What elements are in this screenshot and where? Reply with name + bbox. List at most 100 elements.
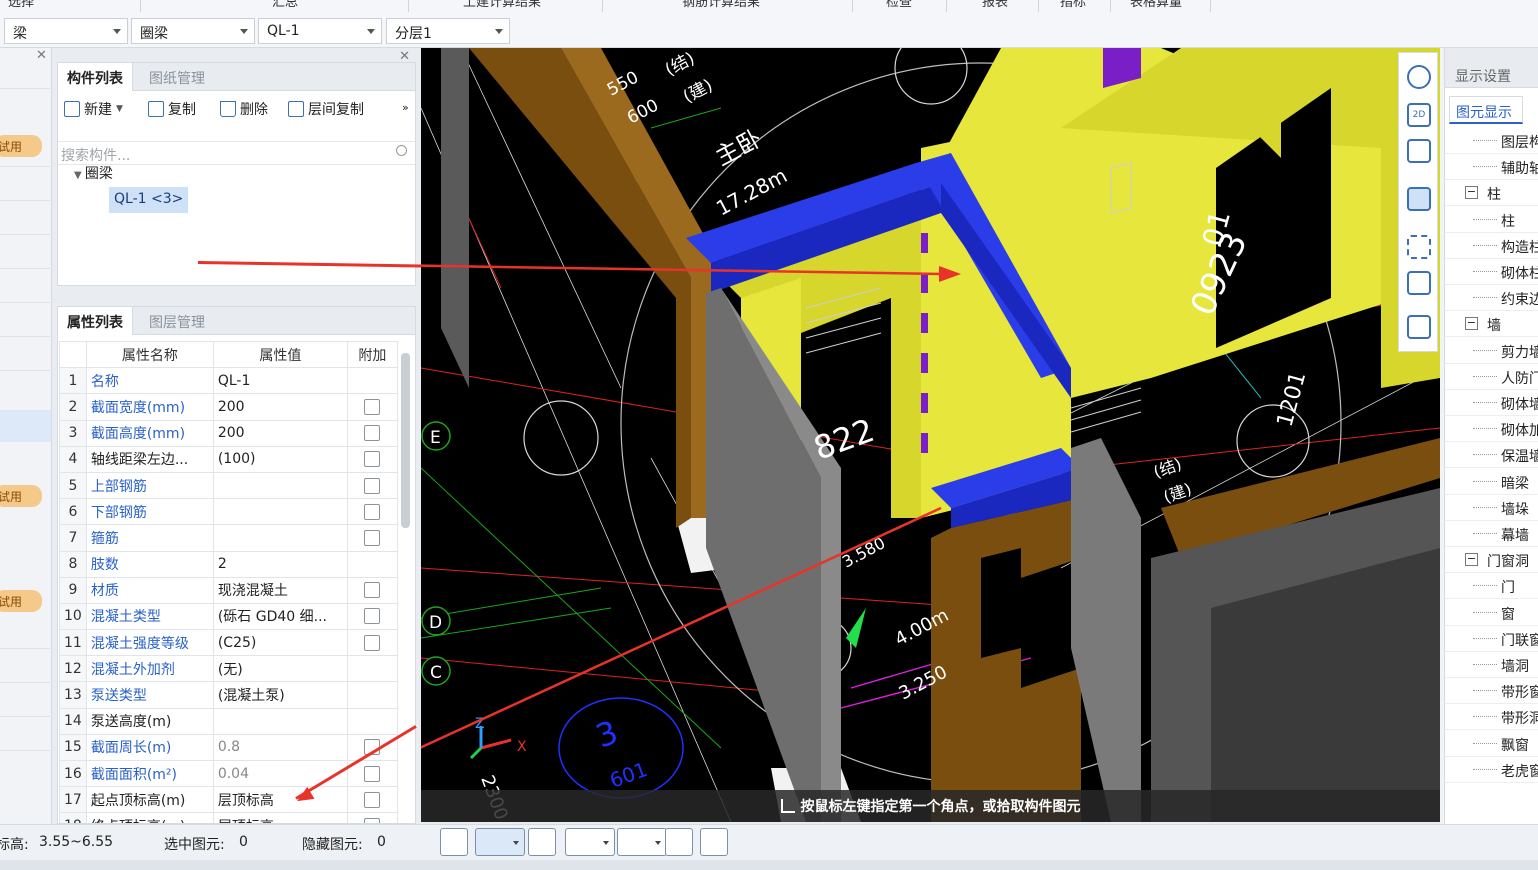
close-icon[interactable]: ✕ [399, 306, 410, 307]
trial-badge[interactable]: 试用 [0, 590, 42, 612]
tab-rebar-results[interactable]: 钢筋计算结果 [682, 0, 760, 10]
tree-item-ql1[interactable]: QL-1 <3> [109, 187, 189, 213]
display-tree-item[interactable]: 人防门 [1445, 364, 1538, 390]
display-tree-item[interactable]: − 墙 [1445, 311, 1538, 338]
tab-summary[interactable]: 汇总 [272, 0, 298, 10]
cube-view-icon[interactable] [1407, 271, 1431, 295]
property-value[interactable] [212, 524, 348, 552]
display-tree-item[interactable]: 剪力墙 [1445, 338, 1538, 364]
wall-brown-lower[interactable] [931, 498, 1081, 822]
extra-checkbox[interactable] [364, 398, 381, 415]
collapse-icon[interactable]: − [1465, 317, 1478, 331]
display-tree-item[interactable]: 砌体墙 [1445, 390, 1538, 416]
property-row[interactable]: 13 泵送类型 (混凝土泵) [59, 681, 398, 709]
layer-toggle-icon[interactable] [665, 828, 693, 856]
property-row[interactable]: 18终点顶标高(m)层顶标高 [59, 812, 398, 823]
property-row[interactable]: 2 截面宽度(mm) 200 [59, 393, 398, 421]
tab-check[interactable]: 检查 [886, 0, 912, 10]
component-name-select[interactable]: QL-1 [258, 18, 382, 44]
trial-badge[interactable]: 试用 [0, 135, 42, 157]
new-button[interactable]: 新建 ▼ [64, 99, 123, 119]
display-tree-item[interactable]: 保温墙 [1445, 442, 1538, 469]
display-tree-item[interactable]: 门 [1445, 573, 1538, 600]
tab-component-list[interactable]: 构件列表 [58, 63, 133, 91]
2d-view-icon[interactable]: 2D [1407, 103, 1431, 127]
property-value[interactable]: (C25) [212, 629, 348, 657]
property-row[interactable]: 14 泵送高度(m) [59, 707, 398, 735]
tab-property-list[interactable]: 属性列表 [58, 307, 133, 335]
property-row[interactable]: 7 箍筋 [59, 524, 398, 552]
property-row[interactable]: 4 轴线距梁左边... (100) [59, 445, 398, 473]
wall-brown-left[interactable] [469, 48, 691, 528]
display-tree-item[interactable]: 门联窗 [1445, 626, 1538, 652]
ortho-icon[interactable] [440, 828, 468, 856]
cross-select-icon[interactable] [528, 828, 556, 856]
property-row[interactable]: 6 下部钢筋 [59, 498, 398, 526]
property-row[interactable]: 8 肢数 2 [59, 550, 398, 578]
display-tree-item[interactable]: 带形洞 [1445, 704, 1538, 731]
property-row[interactable]: 10 混凝土类型 (砾石 GD40 细... [59, 602, 398, 631]
property-row[interactable]: 11 混凝土强度等级 (C25) [59, 629, 398, 657]
property-value[interactable] [212, 707, 348, 735]
component-type-select[interactable]: 梁 [4, 18, 128, 44]
display-tree-item[interactable]: 柱 [1445, 207, 1538, 233]
property-value[interactable]: (100) [212, 445, 348, 473]
property-row[interactable]: 17 起点顶标高(m) 层顶标高 [59, 786, 398, 814]
property-value[interactable] [212, 498, 348, 526]
display-tree-item[interactable]: 暗梁 [1445, 469, 1538, 495]
property-row[interactable]: 16 截面面积(m²) 0.04 [59, 759, 398, 788]
fit-view-icon[interactable] [1407, 235, 1431, 259]
display-tree-item[interactable]: 辅助轴 [1445, 154, 1538, 181]
display-tree-item[interactable]: 约束边 [1445, 285, 1538, 312]
display-tree-item[interactable]: 老虎窗 [1445, 757, 1538, 783]
property-value[interactable]: 0.04 [212, 759, 348, 788]
extra-checkbox[interactable] [364, 791, 381, 808]
component-subtype-select[interactable]: 圈梁 [131, 18, 255, 44]
display-tree-item[interactable]: 砌体加 [1445, 416, 1538, 443]
display-tree-item[interactable]: 幕墙 [1445, 521, 1538, 547]
extra-checkbox[interactable] [364, 529, 381, 546]
property-value[interactable]: 0.8 [212, 733, 348, 762]
property-value[interactable] [212, 471, 348, 500]
offset-icon[interactable] [617, 828, 667, 856]
property-row[interactable]: 12 混凝土外加剂 (无) [59, 655, 398, 683]
display-tree-item[interactable]: − 门窗洞 [1445, 547, 1538, 574]
delete-button[interactable]: 删除 [220, 99, 268, 119]
display-tree-item[interactable]: 墙垛 [1445, 495, 1538, 521]
tab-report[interactable]: 报表 [982, 0, 1008, 10]
tab-civil-results[interactable]: 土建计算结果 [463, 0, 541, 10]
list-settings-icon[interactable] [1407, 315, 1431, 339]
display-tree-item[interactable]: 带形窗 [1445, 678, 1538, 705]
property-row[interactable]: 5 上部钢筋 [59, 471, 398, 500]
more-button[interactable]: » [402, 101, 409, 114]
tab-select[interactable]: 选择 [8, 0, 34, 10]
tab-table-quantity[interactable]: 表格算量 [1130, 0, 1182, 10]
extra-checkbox[interactable] [364, 477, 381, 494]
extra-checkbox[interactable] [364, 451, 381, 468]
layer-select[interactable]: 分层1 [386, 18, 510, 44]
property-value[interactable]: (混凝土泵) [212, 681, 348, 709]
floor-copy-button[interactable]: 层间复制 [288, 99, 364, 119]
copy-button[interactable]: 复制 [148, 99, 196, 119]
scrollbar-thumb[interactable] [401, 353, 410, 528]
property-value[interactable]: 200 [212, 419, 348, 447]
property-value[interactable]: (无) [212, 655, 348, 683]
close-icon[interactable]: ✕ [399, 49, 410, 64]
property-row[interactable]: 9 材质 现浇混凝土 [59, 576, 398, 604]
model-3d-view[interactable]: 550 600 (结) (建) 主卧 17.28m 0923 822 3.580… [421, 48, 1440, 822]
extra-checkbox[interactable] [364, 765, 381, 782]
display-tree-item[interactable]: − 柱 [1445, 180, 1538, 207]
search-input[interactable]: 搜索构件... [58, 141, 415, 165]
close-icon[interactable]: ✕ [36, 48, 47, 63]
trial-badge[interactable]: 试用 [0, 485, 42, 507]
property-value[interactable]: 层顶标高 [212, 786, 348, 814]
extra-checkbox[interactable] [364, 608, 381, 625]
splitter[interactable] [1440, 48, 1444, 824]
orbit-icon[interactable] [1407, 65, 1431, 89]
extra-checkbox[interactable] [364, 425, 381, 442]
display-tree-item[interactable]: 窗 [1445, 600, 1538, 626]
tab-drawing-management[interactable]: 图纸管理 [140, 63, 214, 91]
tab-layer-management[interactable]: 图层管理 [140, 307, 214, 335]
model-viewport[interactable]: 550 600 (结) (建) 主卧 17.28m 0923 822 3.580… [421, 48, 1440, 822]
extra-checkbox[interactable] [364, 582, 381, 599]
